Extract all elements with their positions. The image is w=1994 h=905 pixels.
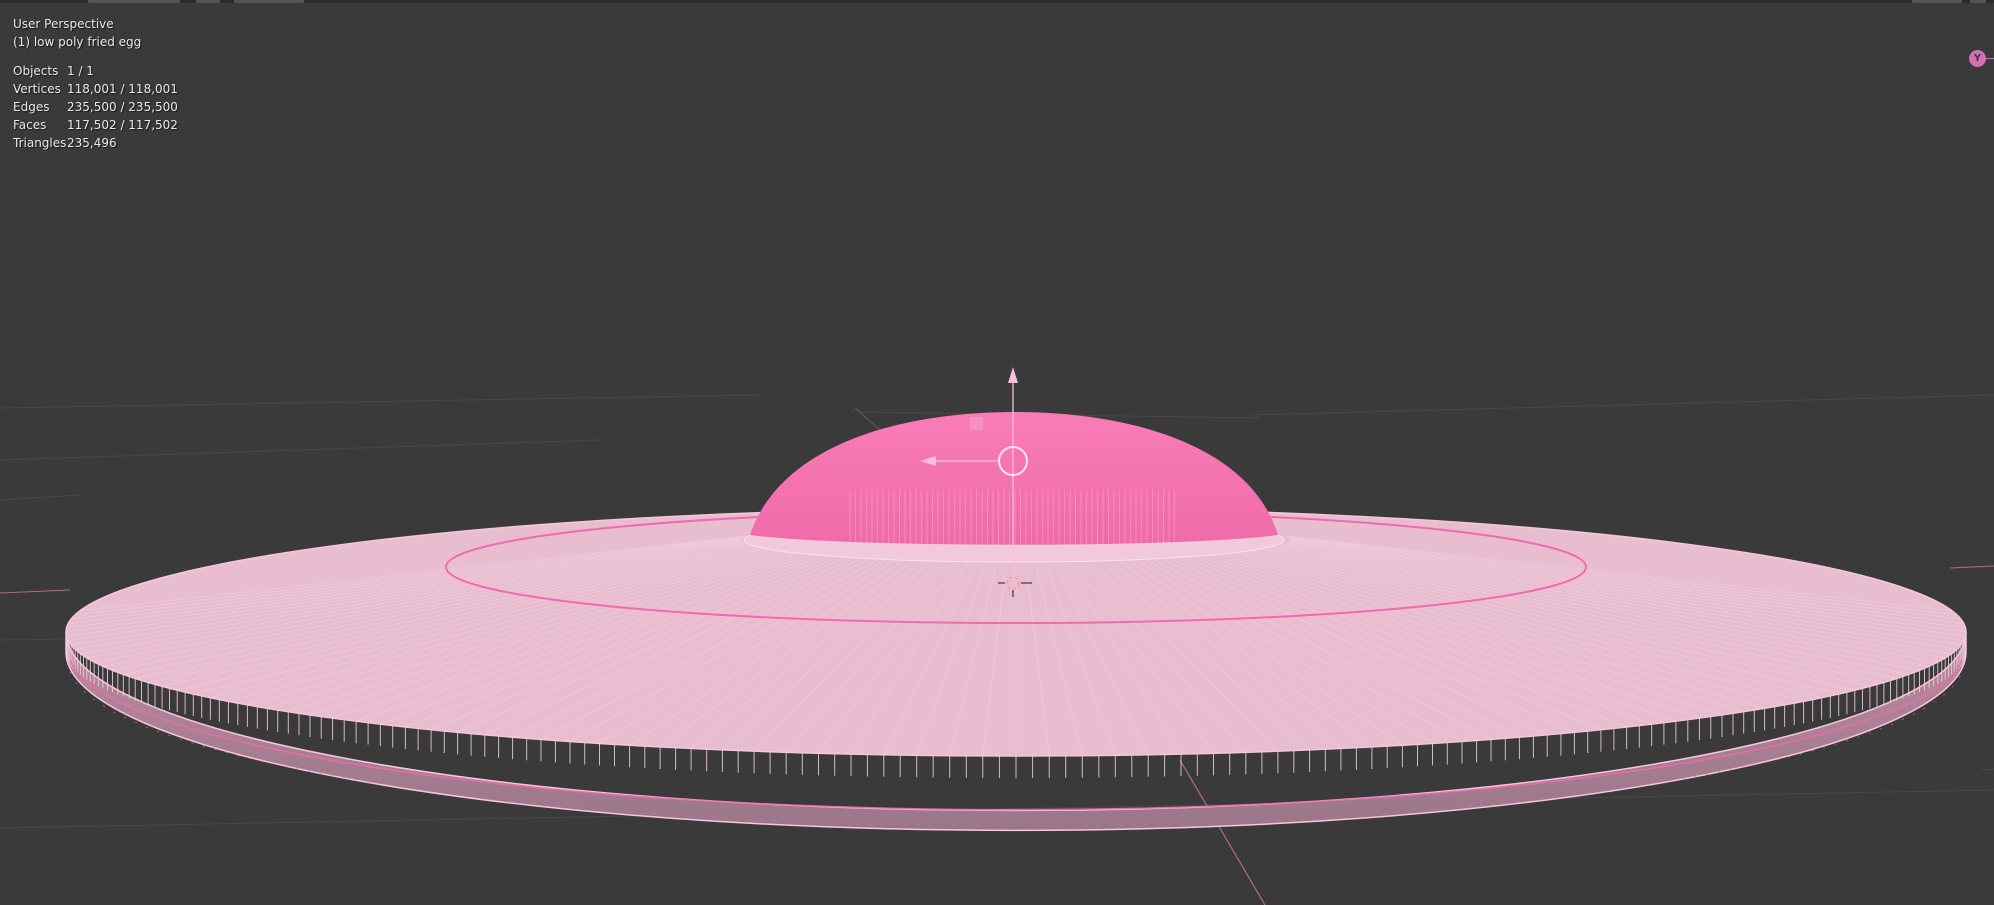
yolk-dome: [750, 412, 1278, 545]
stat-value: 235,500 / 235,500: [67, 100, 178, 114]
navigation-gizmo-y-axis[interactable]: Y: [1969, 50, 1986, 67]
stat-objects: Objects 1 / 1: [13, 64, 178, 82]
stat-value: 1 / 1: [67, 64, 94, 78]
y-axis-line: [1179, 759, 1266, 905]
stat-value: 235,496: [67, 136, 117, 150]
stat-label: Faces: [13, 118, 47, 132]
stat-label: Vertices: [13, 82, 61, 96]
navigation-gizmo-line: [1986, 58, 1994, 59]
3d-viewport[interactable]: User Perspective (1) low poly fried egg …: [0, 0, 1994, 905]
view-perspective-label: User Perspective: [13, 17, 114, 31]
stat-label: Objects: [13, 64, 59, 78]
stat-faces: Faces 117,502 / 117,502: [13, 118, 178, 136]
active-object-label: (1) low poly fried egg: [13, 35, 142, 49]
scene-canvas[interactable]: [0, 0, 1994, 905]
stat-edges: Edges 235,500 / 235,500: [13, 100, 178, 118]
stat-label: Edges: [13, 100, 50, 114]
stat-value: 117,502 / 117,502: [67, 118, 178, 132]
stat-vertices: Vertices 118,001 / 118,001: [13, 82, 178, 100]
stat-label: Triangles: [13, 136, 67, 150]
stat-value: 118,001 / 118,001: [67, 82, 178, 96]
scene-statistics: Objects 1 / 1 Vertices 118,001 / 118,001…: [13, 64, 178, 154]
x-axis-line: [0, 589, 71, 594]
stat-triangles: Triangles 235,496: [13, 136, 178, 154]
